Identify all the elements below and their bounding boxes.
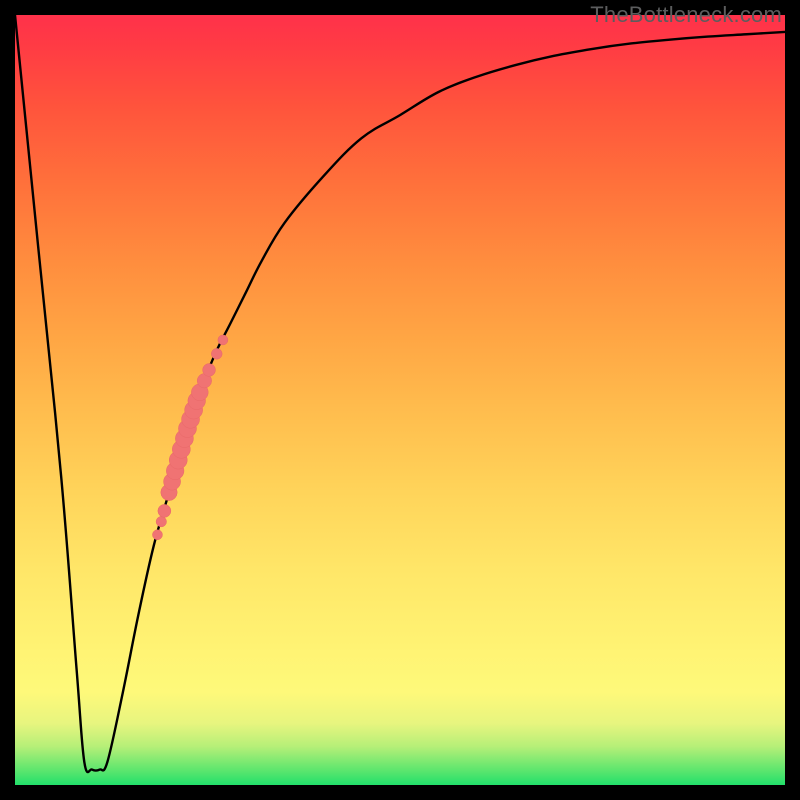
highlight-dot: [156, 516, 166, 526]
highlight-dot: [158, 504, 171, 517]
highlight-dot: [152, 530, 162, 540]
highlight-dot: [218, 335, 228, 345]
bottleneck-curve: [15, 15, 785, 772]
watermark-text: TheBottleneck.com: [590, 2, 782, 28]
highlight-dot: [203, 364, 216, 377]
chart-frame: TheBottleneck.com: [0, 0, 800, 800]
highlight-dot: [211, 348, 222, 359]
plot-area: [15, 15, 785, 785]
curve-layer: [15, 15, 785, 785]
highlight-dots: [152, 335, 227, 540]
